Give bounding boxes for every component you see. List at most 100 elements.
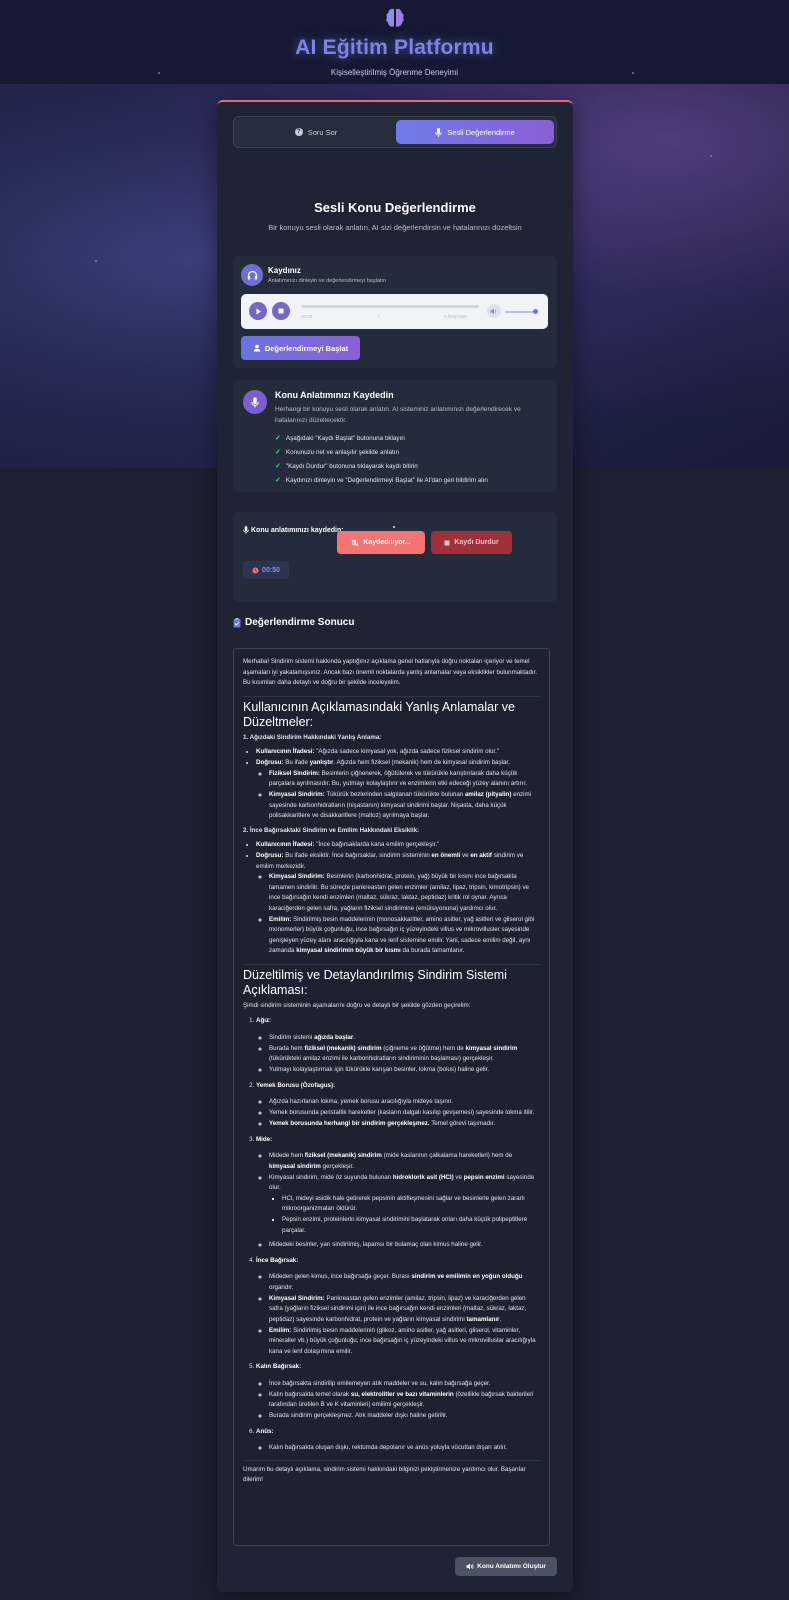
app-header: AI Eğitim Platformu Kişiselleştirilmiş Ö…	[0, 0, 789, 84]
corrected-heading: Düzeltilmiş ve Detaylandırılmış Sindirim…	[243, 963, 540, 998]
recording-panel: Kaydınız Anlatımınızı dinleyin ve değerl…	[233, 256, 557, 368]
stop-icon	[444, 540, 450, 545]
list-item: ✓ "Kaydı Durdur" butonuna tıklayarak kayd…	[275, 460, 488, 474]
question-icon: ?	[294, 128, 303, 136]
list-item: Pepsin enzimi, proteinlerin kimyasal sin…	[282, 1215, 540, 1236]
create-lecture-button[interactable]: Konu Anlatımı Oluştur	[455, 1557, 557, 1576]
list-item: ✓ Aşağıdaki "Kaydı Başlat" butonuna tıkla…	[275, 432, 488, 446]
stage-item: Mide: Midede hem fiziksel (mekanik) sind…	[256, 1135, 540, 1251]
list-item: HCl, mideyi asidik hale getirerek pepsin…	[282, 1194, 540, 1215]
list-item: ✓ Konunuzu net ve anlaşılır şekilde anlat…	[275, 446, 488, 460]
mistake-title: 1. Ağızdaki Sindirim Hakkındaki Yanlış A…	[243, 733, 382, 741]
seek-bar[interactable]	[301, 305, 479, 308]
corrected-intro: Şimdi sindirim sisteminin aşamalarını do…	[243, 1001, 471, 1009]
mistake-title: 2. İnce Bağırsaktaki Sindirim ve Emilim …	[243, 826, 420, 834]
list-item: İnce bağırsakta sindirilip emilemeyen at…	[269, 1379, 540, 1390]
recording-subtitle: Anlatımınızı dinleyin ve değerlendirmeyi…	[268, 278, 387, 284]
volume-icon	[466, 1563, 474, 1570]
recording-button[interactable]: Kaydediliyor...	[337, 531, 425, 554]
list-item: Burada hem fiziksel (mekanik) sindirim (…	[269, 1044, 540, 1065]
stage-item: Yemek Borusu (Özofagus): Ağızda hazırlan…	[256, 1081, 540, 1130]
mistakes-heading: Kullanıcının Açıklamasındaki Yanlış Anla…	[243, 695, 540, 730]
list-item: Yemek borusunda peristaltik hareketler (…	[269, 1108, 540, 1119]
list-item: Kimyasal Sindirim: Pankreastan gelen enz…	[269, 1294, 540, 1326]
tab-ask-question[interactable]: ? Soru Sor	[237, 120, 395, 144]
list-item: Burada sindirim gerçekleşmez. Atık madde…	[269, 1411, 540, 1422]
instructions-steps: ✓ Aşağıdaki "Kaydı Başlat" butonuna tıkla…	[275, 432, 488, 488]
list-item: Doğrusu: Bu ifade eksiktir. İnce bağırsa…	[256, 851, 540, 957]
clock-icon	[252, 567, 259, 573]
microphone-icon	[243, 390, 267, 414]
clipboard-check-icon	[233, 617, 241, 627]
check-icon: ✓	[275, 435, 281, 442]
list-item: Fiziksel Sindirim: Besinlerin çiğnenerek…	[269, 769, 540, 790]
duration: Infinity:NaN	[444, 314, 468, 319]
check-icon: ✓	[275, 463, 281, 470]
recording-timer: 00:50	[243, 561, 289, 579]
volume-slider-handle[interactable]	[533, 309, 538, 314]
list-item: Kimyasal Sindirim: Tükürük bezlerinden s…	[269, 790, 540, 822]
list-item: Midedeki besinler, yarı sindirilmiş, lap…	[269, 1240, 540, 1251]
start-evaluation-button[interactable]: Değerlendirmeyi Başlat	[241, 336, 360, 360]
evaluation-result: Merhaba! Sindirim sistemi hakkında yaptı…	[233, 648, 550, 1546]
audio-player: 00:00 / Infinity:NaN	[241, 294, 548, 329]
check-icon: ✓	[275, 449, 281, 456]
play-button[interactable]	[249, 302, 267, 320]
list-item: Kalın bağırsakta oluşan dışkı, rektumda …	[269, 1443, 540, 1454]
tab-label: Soru Sor	[307, 127, 338, 137]
stop-icon	[278, 308, 284, 314]
list-item: Ağızda hazırlanan lokma, yemek borusu ar…	[269, 1097, 540, 1108]
list-item: Mideden gelen kimus, ince bağırsağa geçe…	[269, 1272, 540, 1293]
microphone-slash-icon	[351, 539, 359, 546]
current-time: 00:00	[301, 314, 313, 319]
section-description: Bir konuyu sesli olarak anlatın, AI sizi…	[268, 223, 522, 232]
list-item: Kimyasal sindirim, mide öz suyunda bulun…	[269, 1173, 540, 1237]
app-subtitle: Kişiselleştirilmiş Öğrenme Deneyimi	[330, 68, 459, 77]
stage-item: Anüs: Kalın bağırsakta oluşan dışkı, rek…	[256, 1427, 540, 1454]
stage-item: Kalın Bağırsak: İnce bağırsakta sindiril…	[256, 1362, 540, 1422]
list-item: Yutmayı kolaylaştırmak için tükürükle ka…	[269, 1065, 540, 1076]
section-title: Sesli Konu Değerlendirme	[314, 200, 476, 215]
time-separator: /	[378, 314, 380, 319]
check-icon: ✓	[275, 477, 281, 484]
tab-voice-evaluation[interactable]: Sesli Değerlendirme	[396, 120, 554, 144]
list-item: Midede hem fiziksel (mekanik) sindirim (…	[269, 1151, 540, 1172]
volume-icon	[490, 308, 497, 314]
user-upload-icon	[253, 344, 261, 352]
mistake-list: Kullanıcının İfadesi: "İnce bağırsaklard…	[243, 840, 540, 957]
button-label: Değerlendirmeyi Başlat	[264, 343, 349, 353]
stop-recording-button[interactable]: Kaydı Durdur	[431, 531, 512, 554]
instructions-description: Herhangi bir konuyu sesli olarak anlatın…	[275, 406, 521, 424]
list-item: Kullanıcının İfadesi: "Ağızda sadece kim…	[256, 747, 540, 758]
result-heading: Değerlendirme Sonucu	[233, 617, 354, 628]
recording-indicator-dot	[393, 526, 395, 528]
recorder-panel: Konu anlatımınızı kaydedin: Kaydediliyor…	[233, 512, 557, 602]
microphone-icon	[243, 526, 249, 534]
list-item: Kalın bağırsakta temel olarak su, elektr…	[269, 1390, 540, 1411]
mode-tabs: ? Soru Sor Sesli Değerlendirme	[233, 116, 557, 148]
stage-item: İnce Bağırsak: Mideden gelen kimus, ince…	[256, 1256, 540, 1358]
list-item: Doğrusu: Bu ifade yanlıştır. Ağızda hem …	[256, 758, 540, 822]
recording-title: Kaydınız	[268, 266, 301, 275]
star-decoration	[95, 260, 97, 262]
instructions-panel: Konu Anlatımınızı Kaydedin Herhangi bir …	[233, 380, 557, 492]
headphones-icon	[241, 264, 263, 286]
list-item: ✓ Kaydınızı dinleyin ve "Değerlendirmeyi …	[275, 474, 488, 488]
list-item: Sindirim sistemi ağızda başlar.	[269, 1033, 540, 1044]
app-title: AI Eğitim Platformu	[295, 36, 494, 59]
stage-item: Ağız: Sindirim sistemi ağızda başlar. Bu…	[256, 1016, 540, 1076]
list-item: Kullanıcının İfadesi: "İnce bağırsaklard…	[256, 840, 540, 851]
stop-button[interactable]	[272, 302, 290, 320]
mistake-list: Kullanıcının İfadesi: "Ağızda sadece kim…	[243, 747, 540, 822]
result-intro: Merhaba! Sindirim sistemi hakkında yaptı…	[243, 658, 538, 686]
tab-label: Sesli Değerlendirme	[447, 127, 515, 137]
microphone-icon	[435, 127, 442, 137]
list-item: Emilim: Sindirilmiş besin maddelerinin (…	[269, 915, 540, 957]
brain-icon	[386, 8, 404, 27]
play-icon	[256, 308, 261, 314]
volume-button[interactable]	[487, 304, 501, 318]
instructions-title: Konu Anlatımınızı Kaydedin	[275, 390, 394, 400]
list-item: Yemek borusunda herhangi bir sindirim ge…	[269, 1119, 540, 1130]
result-closing: Umarım bu detaylı açıklama, sindirim sis…	[243, 1459, 540, 1486]
list-item: Kimyasal Sindirim: Besinlerin (karbonhid…	[269, 872, 540, 914]
